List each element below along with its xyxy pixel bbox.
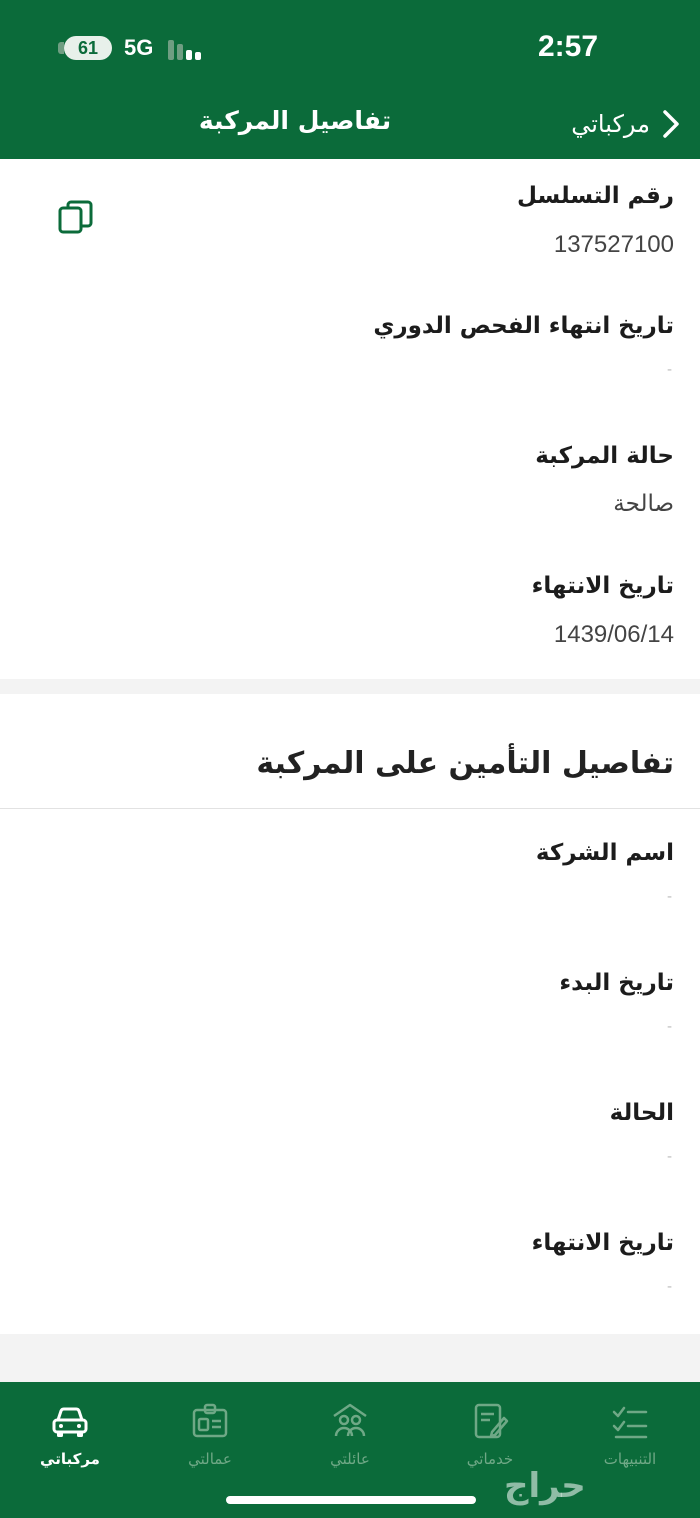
tab-my-workers[interactable]: عمالتي [150, 1396, 270, 1480]
field-label: تاريخ الانتهاء [531, 573, 674, 599]
chevron-right-icon [663, 110, 679, 138]
field-label: حالة المركبة [535, 443, 674, 469]
tab-label: مركباتي [40, 1450, 100, 1468]
car-icon [52, 1407, 88, 1437]
tab-my-family[interactable]: عائلتي [290, 1396, 410, 1480]
tab-label: عائلتي [330, 1450, 370, 1468]
back-button-label: مركباتي [571, 110, 650, 138]
field-label: اسم الشركة [535, 840, 674, 866]
status-bar: 61 5G 2:57 [0, 0, 700, 90]
insurance-expiry-field: تاريخ الانتهاء - [34, 1230, 674, 1294]
start-date-field: تاريخ البدء - [34, 970, 674, 1034]
company-name-field: اسم الشركة - [34, 840, 674, 904]
tab-my-vehicles[interactable]: مركباتي [10, 1396, 130, 1480]
field-label: تاريخ البدء [559, 970, 674, 996]
navigation-bar: تفاصيل المركبة مركباتي [0, 96, 700, 152]
inspection-expiry-field: تاريخ انتهاء الفحص الدوري - [34, 313, 674, 377]
field-label: رقم التسلسل [517, 183, 674, 209]
services-icon [474, 1403, 509, 1439]
field-label: تاريخ انتهاء الفحص الدوري [373, 313, 674, 339]
back-button[interactable]: مركباتي [571, 102, 682, 146]
serial-number-field: رقم التسلسل 137527100 [34, 183, 674, 259]
vehicle-details-card: رقم التسلسل 137527100 تاريخ انتهاء الفحص… [0, 159, 700, 679]
family-icon [333, 1403, 367, 1437]
empty-value: - [666, 1149, 672, 1165]
tab-notifications[interactable]: التنبيهات [570, 1396, 690, 1480]
signal-icon [168, 38, 208, 60]
insurance-status-field: الحالة - [34, 1100, 674, 1164]
expiry-date-value: 1439/06/14 [553, 621, 674, 648]
app-header: 61 5G 2:57 تفاصيل المركبة مركباتي [0, 0, 700, 159]
serial-number-value: 137527100 [553, 231, 674, 258]
field-label: الحالة [609, 1100, 674, 1126]
checklist-icon [612, 1406, 648, 1439]
battery-indicator: 61 [64, 36, 112, 60]
insurance-details-card: تفاصيل التأمين على المركبة اسم الشركة - … [0, 694, 700, 1334]
empty-value: - [666, 1279, 672, 1295]
tab-label: التنبيهات [603, 1450, 657, 1468]
divider [0, 808, 700, 809]
insurance-section-title: تفاصيل التأمين على المركبة [256, 746, 674, 781]
network-type: 5G [124, 35, 154, 60]
vehicle-status-value: صالحة [613, 491, 674, 517]
home-indicator[interactable] [226, 1496, 476, 1504]
field-label: تاريخ الانتهاء [531, 1230, 674, 1256]
expiry-date-field: تاريخ الانتهاء 1439/06/14 [34, 573, 674, 649]
empty-value: - [666, 889, 672, 905]
tab-label: عمالتي [188, 1450, 232, 1468]
status-time: 2:57 [538, 30, 599, 63]
watermark-logo: حراج [504, 1466, 586, 1506]
empty-value: - [666, 1019, 672, 1035]
id-card-icon [192, 1403, 228, 1438]
vehicle-status-field: حالة المركبة صالحة [34, 443, 674, 517]
empty-value: - [666, 362, 672, 378]
